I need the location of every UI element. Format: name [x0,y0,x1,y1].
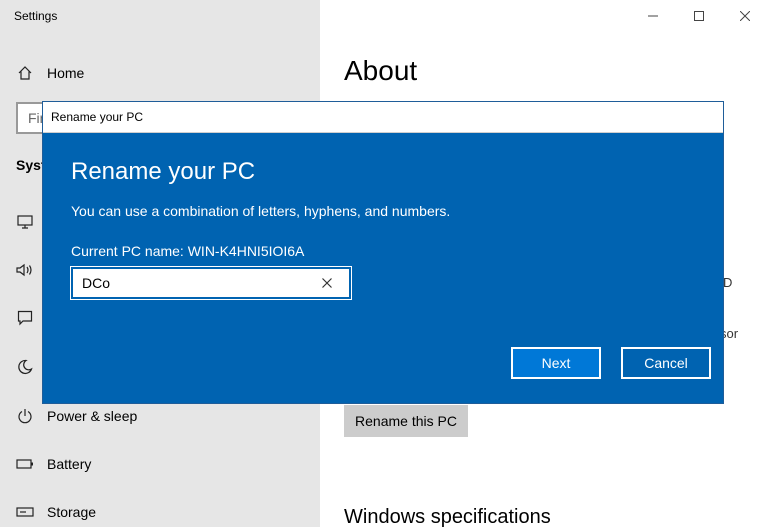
close-window-button[interactable] [722,0,768,32]
clear-icon [322,278,332,288]
sidebar-item-label: Storage [47,504,97,520]
nav-home-label: Home [47,65,85,81]
current-pc-name: Current PC name: WIN-K4HNI5IOI6A [71,243,305,259]
app-title: Settings [14,9,58,23]
minimize-button[interactable] [630,0,676,32]
pc-name-field [70,266,352,300]
home-icon [16,64,34,82]
windows-specifications-heading: Windows specifications [344,506,551,527]
window-controls [630,0,768,32]
next-button[interactable]: Next [511,347,601,379]
dialog-window-title: Rename your PC [51,110,144,124]
rename-pc-dialog: Rename your PC Rename your PC You can us… [42,101,724,404]
sidebar-item-label: Battery [47,456,92,472]
page-title: About [344,55,418,86]
maximize-icon [694,11,704,21]
dialog-titlebar: Rename your PC [43,102,723,133]
minimize-icon [648,15,658,17]
nav-home[interactable]: Home [16,62,84,84]
sidebar-item-storage[interactable]: Storage [16,500,96,524]
sound-icon [16,261,34,279]
notifications-icon [16,309,34,327]
power-icon [16,407,34,425]
dialog-heading: Rename your PC [71,158,256,185]
storage-icon [16,503,34,521]
clear-input-button[interactable] [313,269,341,297]
sidebar-item-label: Power & sleep [47,408,138,424]
dialog-description: You can use a combination of letters, hy… [71,203,451,219]
device-spec-fragment: D [723,275,733,290]
close-icon [740,11,750,21]
sidebar-item-power-sleep[interactable]: Power & sleep [16,404,137,428]
rename-this-pc-button[interactable]: Rename this PC [344,405,468,437]
cancel-button[interactable]: Cancel [621,347,711,379]
display-icon [16,213,34,231]
sidebar-item-battery[interactable]: Battery [16,452,91,476]
battery-icon [16,455,34,473]
maximize-button[interactable] [676,0,722,32]
pc-name-input[interactable] [73,269,313,297]
focus-assist-icon [16,358,34,376]
